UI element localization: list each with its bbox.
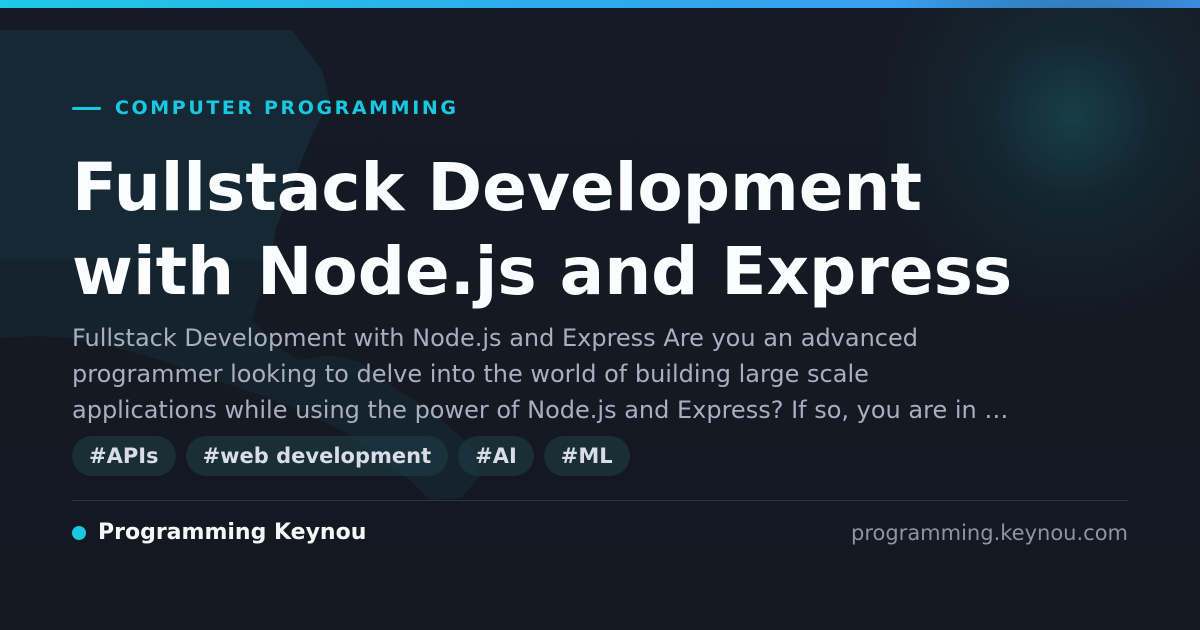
tag-list: #APIs #web development #AI #ML: [72, 436, 630, 476]
tag-ml[interactable]: #ML: [543, 436, 630, 476]
footer-divider: [72, 500, 1128, 501]
tag-web-development[interactable]: #web development: [185, 436, 449, 476]
site-domain[interactable]: programming.keynou.com: [851, 518, 1128, 548]
description: Fullstack Development with Node.js and E…: [72, 320, 1132, 428]
category-label: COMPUTER PROGRAMMING: [115, 97, 459, 119]
social-card: COMPUTER PROGRAMMING Fullstack Developme…: [0, 0, 1200, 630]
page-title: Fullstack Development with Node.js and E…: [72, 146, 1152, 314]
description-line-3: applications while using the power of No…: [72, 396, 1009, 424]
brand-name: Programming Keynou: [98, 520, 367, 545]
tag-ai[interactable]: #AI: [458, 436, 534, 476]
title-line-1: Fullstack Development: [72, 149, 923, 226]
category-kicker: COMPUTER PROGRAMMING: [72, 96, 459, 120]
dash-icon: [72, 106, 101, 110]
description-line-2: programmer looking to delve into the wor…: [72, 360, 869, 388]
description-line-1: Fullstack Development with Node.js and E…: [72, 324, 918, 352]
dot-icon: [72, 526, 86, 540]
brand[interactable]: Programming Keynou: [72, 518, 366, 548]
tag-apis[interactable]: #APIs: [72, 436, 176, 476]
title-line-2: with Node.js and Express: [72, 233, 1013, 310]
